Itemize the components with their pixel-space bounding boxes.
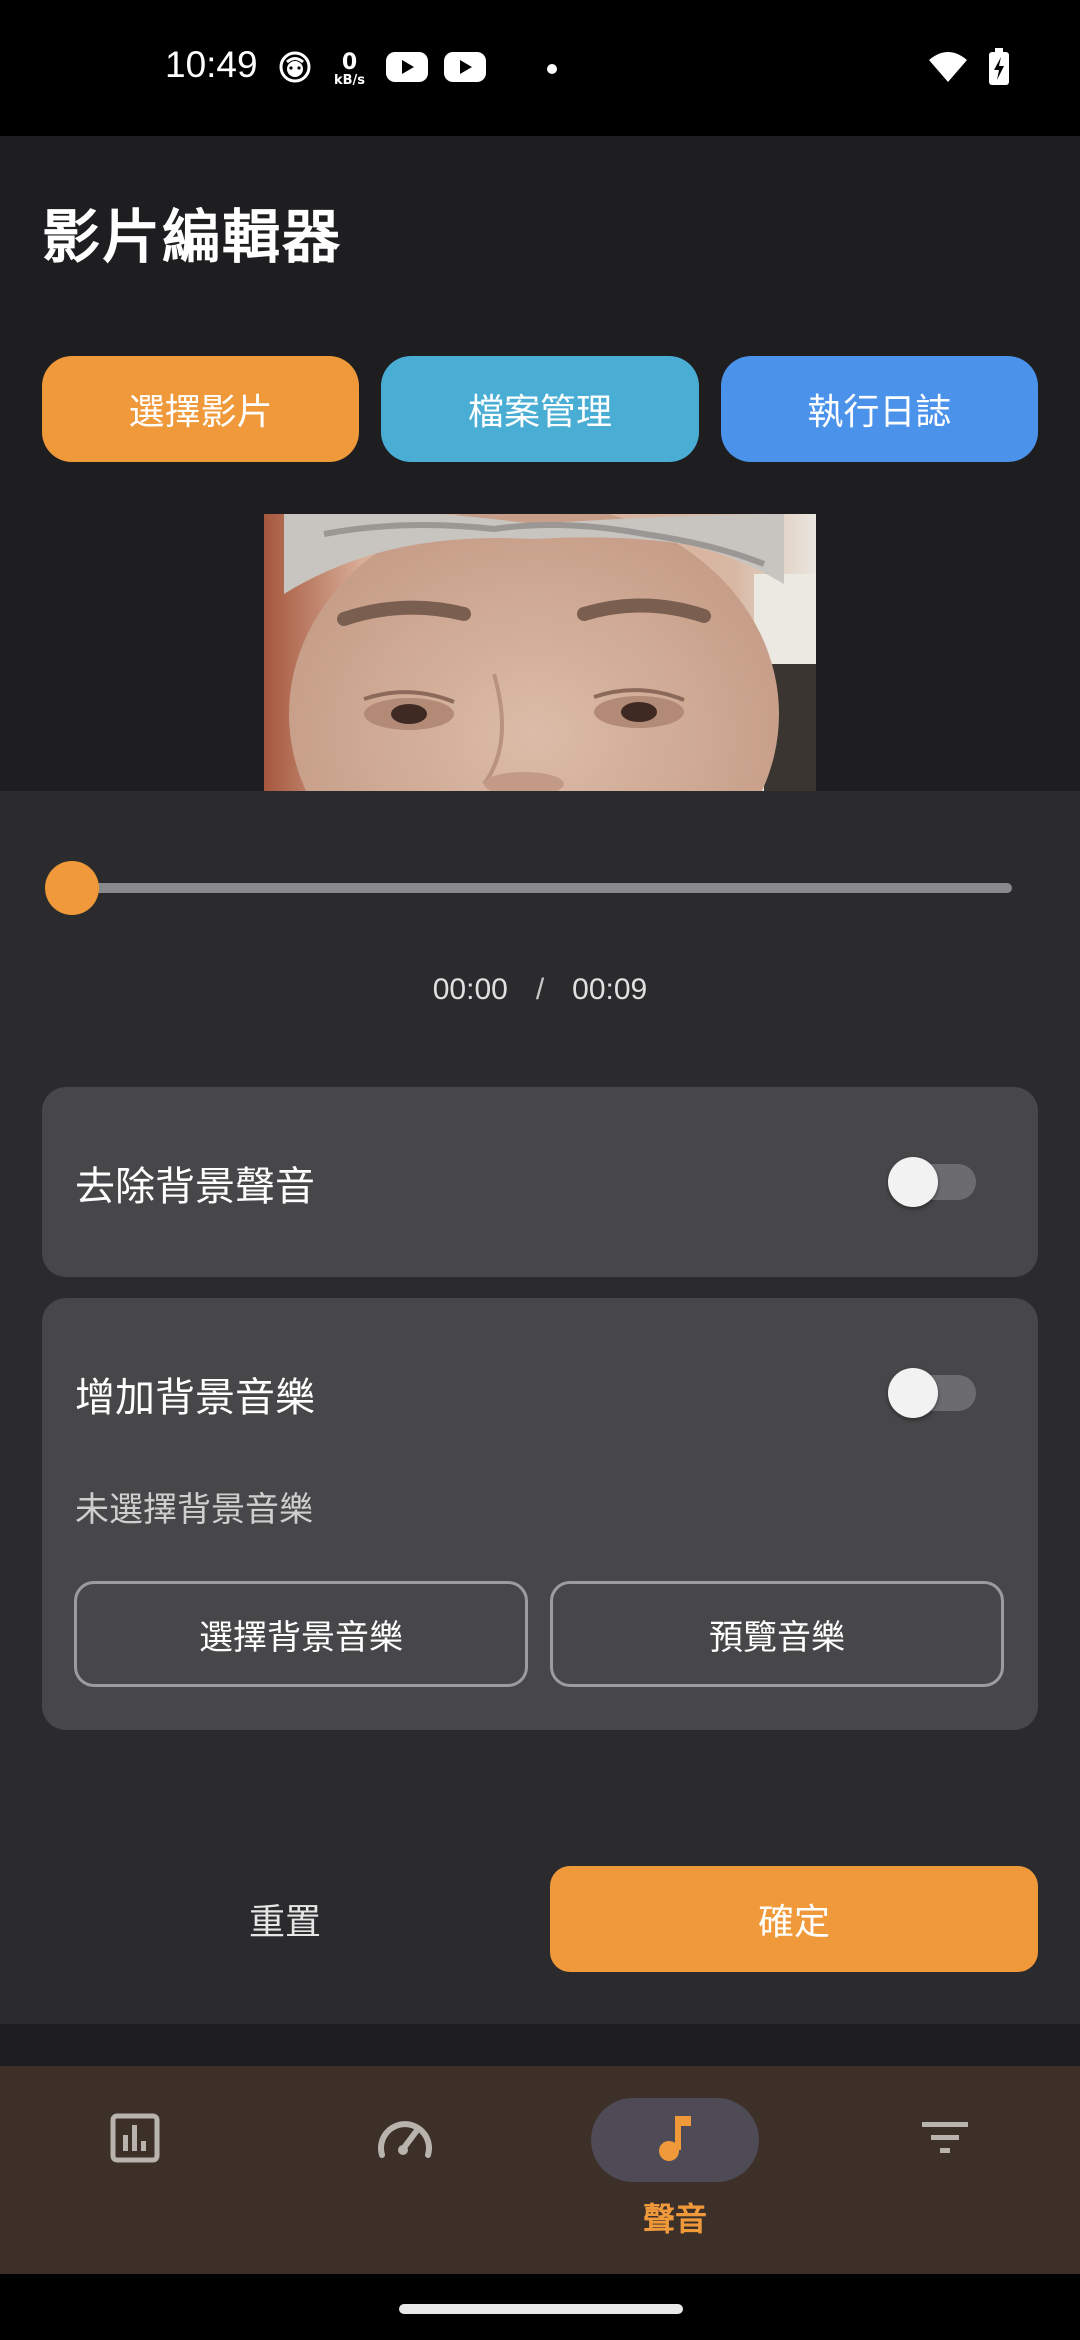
battery-charging-icon xyxy=(988,48,1010,90)
nav-pill xyxy=(321,2098,489,2182)
page-title: 影片編輯器 xyxy=(42,203,343,271)
youtube-icon xyxy=(385,51,429,87)
net-speed-value: 0 xyxy=(341,49,358,75)
bg-music-status: 未選擇背景音樂 xyxy=(75,1490,313,1530)
music-note-icon xyxy=(655,2113,695,2167)
remove-bg-sound-toggle[interactable] xyxy=(888,1157,976,1207)
status-icons-right xyxy=(928,48,1010,90)
nav-pill xyxy=(51,2098,219,2182)
add-bg-music-toggle[interactable] xyxy=(888,1368,976,1418)
remove-bg-sound-label: 去除背景聲音 xyxy=(75,1164,315,1210)
choose-bg-music-button[interactable]: 選擇背景音樂 xyxy=(74,1581,528,1687)
total-time: 00:09 xyxy=(572,973,648,1006)
bottom-nav: 聲音 xyxy=(0,2066,1080,2274)
current-time: 00:00 xyxy=(432,973,508,1006)
status-bar: 10:49 0 kB/s xyxy=(0,0,1080,136)
add-bg-music-card: 增加背景音樂 未選擇背景音樂 選擇背景音樂 預覽音樂 xyxy=(42,1298,1038,1730)
add-bg-music-label: 增加背景音樂 xyxy=(75,1375,315,1421)
nav-pill xyxy=(861,2098,1029,2182)
nav-item-speed[interactable] xyxy=(270,2066,540,2274)
confirm-button[interactable]: 確定 xyxy=(550,1866,1038,1972)
status-icons-left: 0 kB/s xyxy=(278,49,558,88)
dot-icon xyxy=(547,64,558,74)
wifi-icon xyxy=(928,50,968,88)
seek-track[interactable] xyxy=(72,883,1012,893)
app-header-area: 影片編輯器 選擇影片 檔案管理 執行日誌 xyxy=(0,136,1080,791)
filter-icon xyxy=(920,2118,970,2162)
editor-sheet: 00:00 / 00:09 去除背景聲音 增加背景音樂 未選擇背景音樂 選擇背景… xyxy=(0,791,1080,2024)
nav-item-label: 聲音 xyxy=(642,2200,707,2238)
toggle-knob xyxy=(888,1368,938,1418)
nav-item-stats[interactable] xyxy=(0,2066,270,2274)
net-speed: 0 kB/s xyxy=(334,49,366,88)
video-frame-image xyxy=(264,514,816,791)
nav-item-sound[interactable]: 聲音 xyxy=(540,2066,810,2274)
select-video-button[interactable]: 選擇影片 xyxy=(42,356,360,462)
time-separator: / xyxy=(535,973,545,1006)
status-time: 10:49 xyxy=(165,44,258,85)
seek-thumb[interactable] xyxy=(45,861,99,915)
time-display: 00:00 / 00:09 xyxy=(0,973,1080,1007)
system-nav-bar xyxy=(0,2274,1080,2340)
youtube-icon xyxy=(443,51,487,87)
execution-log-button[interactable]: 執行日誌 xyxy=(720,356,1038,462)
toggle-knob xyxy=(888,1157,938,1207)
net-speed-unit: kB/s xyxy=(334,72,366,88)
reset-button[interactable]: 重置 xyxy=(42,1866,528,1972)
nav-pill xyxy=(591,2098,759,2182)
action-button-row: 選擇影片 檔案管理 執行日誌 xyxy=(42,356,1038,462)
home-indicator[interactable] xyxy=(399,2304,683,2314)
face-notification-icon xyxy=(278,50,312,88)
sheet-gap xyxy=(0,2024,1080,2066)
bar-chart-icon xyxy=(110,2113,160,2167)
file-manager-button[interactable]: 檔案管理 xyxy=(381,356,699,462)
remove-bg-sound-card: 去除背景聲音 xyxy=(42,1087,1038,1277)
video-preview[interactable] xyxy=(264,514,816,791)
nav-item-filter[interactable] xyxy=(810,2066,1080,2274)
preview-music-button[interactable]: 預覽音樂 xyxy=(550,1581,1004,1687)
speedometer-icon xyxy=(376,2115,434,2165)
